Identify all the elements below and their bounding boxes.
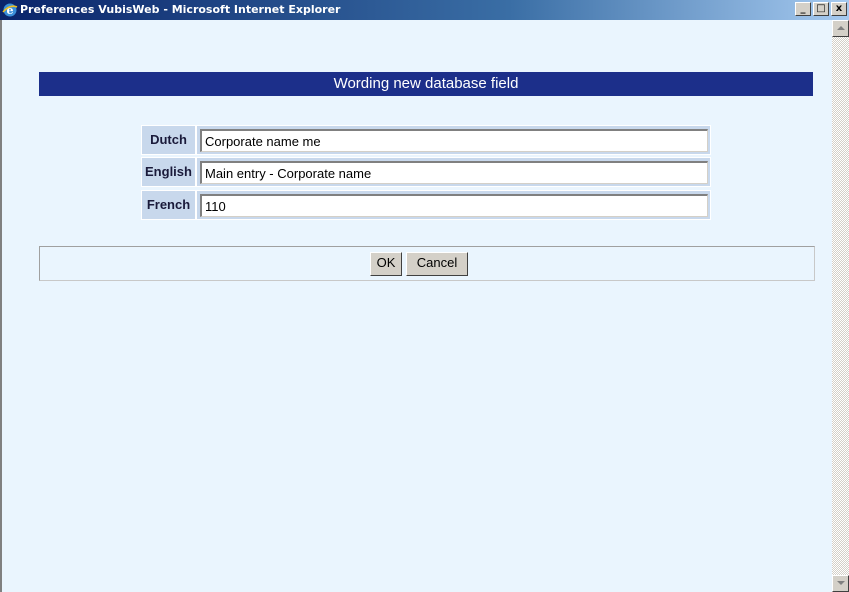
close-button[interactable]: x xyxy=(831,2,847,16)
page-content: Wording new database field Dutch English… xyxy=(0,20,832,592)
french-cell xyxy=(196,190,711,220)
dutch-cell xyxy=(196,125,711,155)
internet-explorer-icon: e xyxy=(2,3,18,17)
button-panel: OK Cancel xyxy=(39,246,815,281)
window-controls: _ □ x xyxy=(795,2,847,18)
minimize-button[interactable]: _ xyxy=(795,2,811,16)
ok-button[interactable]: OK xyxy=(370,252,402,276)
french-label: French xyxy=(141,190,196,220)
window-title: Preferences VubisWeb - Microsoft Interne… xyxy=(20,3,341,16)
form-row-dutch: Dutch xyxy=(141,125,711,155)
dutch-input[interactable] xyxy=(200,129,708,152)
title-bar[interactable]: e Preferences VubisWeb - Microsoft Inter… xyxy=(0,0,849,20)
arrow-up-icon xyxy=(837,26,845,30)
dutch-label: Dutch xyxy=(141,125,196,155)
browser-window: e Preferences VubisWeb - Microsoft Inter… xyxy=(0,0,849,592)
vertical-scrollbar[interactable] xyxy=(832,20,849,592)
french-input[interactable] xyxy=(200,194,708,217)
maximize-button[interactable]: □ xyxy=(813,2,829,16)
english-input[interactable] xyxy=(200,161,708,184)
cancel-button[interactable]: Cancel xyxy=(406,252,468,276)
arrow-down-icon xyxy=(837,581,845,585)
page-title: Wording new database field xyxy=(39,72,813,96)
form-row-french: French xyxy=(141,190,711,220)
scroll-up-button[interactable] xyxy=(832,20,849,37)
english-label: English xyxy=(141,157,196,187)
english-cell xyxy=(196,157,711,187)
form-row-english: English xyxy=(141,157,711,187)
scroll-down-button[interactable] xyxy=(832,575,849,592)
